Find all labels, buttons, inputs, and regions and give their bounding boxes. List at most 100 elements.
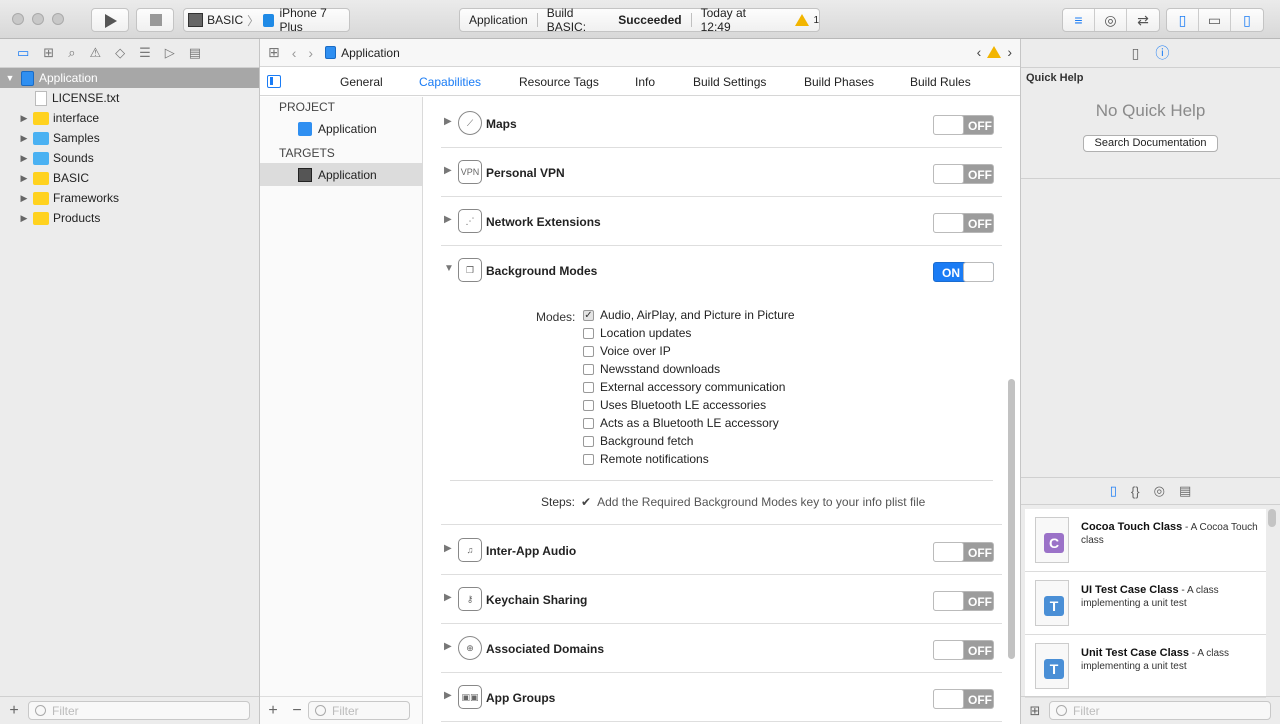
list-item[interactable]: C Cocoa Touch Class - A Cocoa Touch clas… [1025,509,1266,572]
maps-toggle[interactable]: OFF [933,115,994,135]
tab-build-settings[interactable]: Build Settings [693,75,766,89]
debug-navigator-icon[interactable]: ☰ [139,45,151,61]
search-icon[interactable]: ⌕ [68,45,75,61]
debug-area-toggle-icon[interactable]: ▭ [1199,9,1231,31]
standard-editor-icon[interactable]: ≡ [1063,9,1095,31]
keychain-sharing-toggle[interactable]: OFF [933,591,994,611]
network-extensions-toggle[interactable]: OFF [933,213,994,233]
disclosure-open-icon[interactable]: ▼ [444,263,454,274]
checkbox-icon[interactable] [583,399,594,411]
checkbox-icon[interactable] [583,417,594,429]
version-editor-icon[interactable]: ⇄ [1127,9,1159,31]
disclosure-closed-icon[interactable]: ▶ [444,543,452,554]
checkbox-icon[interactable] [583,435,594,447]
tab-resource-tags[interactable]: Resource Tags [519,75,599,89]
tab-build-phases[interactable]: Build Phases [804,75,874,89]
issue-navigator-icon[interactable]: ⚠ [89,45,101,61]
tree-item-frameworks[interactable]: ▶ Frameworks [0,188,259,208]
warning-icon[interactable] [987,46,1002,58]
checkbox-checked-icon[interactable]: ✓ [583,309,594,321]
editor-scrollbar[interactable] [1008,379,1015,659]
mode-bluetooth-central[interactable]: Uses Bluetooth LE accessories [583,396,766,414]
inter-app-audio-toggle[interactable]: OFF [933,542,994,562]
tab-build-rules[interactable]: Build Rules [910,75,971,89]
disclosure-closed-icon[interactable]: ▶ [444,690,452,701]
navigator-filter-input[interactable]: Filter [28,701,250,720]
tree-item-samples[interactable]: ▶ Samples [0,128,259,148]
disclosure-closed-icon[interactable]: ▶ [444,641,452,652]
media-library-icon[interactable]: ▤ [1179,483,1191,499]
tree-item-application[interactable]: ▼ Application [0,68,259,88]
grid-view-icon[interactable]: ⊞ [1021,703,1049,719]
quick-help-icon[interactable]: ⓘ [1155,43,1169,63]
tab-info[interactable]: Info [635,75,655,89]
mode-newsstand[interactable]: Newsstand downloads [583,360,720,378]
disclosure-closed-icon[interactable]: ▶ [19,113,29,124]
back-arrow-icon[interactable]: ‹ [292,45,297,61]
related-items-icon[interactable]: ⊞ [268,44,280,61]
folder-icon[interactable]: ▭ [17,45,29,61]
breakpoint-navigator-icon[interactable]: ▷ [165,45,175,61]
file-template-library-icon[interactable]: ▯ [1110,483,1117,499]
code-snippet-library-icon[interactable]: {} [1131,484,1140,499]
tree-item-products[interactable]: ▶ Products [0,208,259,228]
mode-voip[interactable]: Voice over IP [583,342,671,360]
disclosure-open-icon[interactable]: ▼ [5,73,15,83]
object-library-icon[interactable]: ◎ [1154,483,1165,499]
disclosure-closed-icon[interactable]: ▶ [444,116,452,127]
library-scrollbar[interactable] [1268,509,1276,527]
mode-external-accessory[interactable]: External accessory communication [583,378,785,396]
next-issue-icon[interactable]: › [1007,44,1012,60]
personal-vpn-toggle[interactable]: OFF [933,164,994,184]
mode-remote-notifications[interactable]: Remote notifications [583,450,709,468]
background-modes-toggle[interactable]: ON [933,262,994,282]
disclosure-closed-icon[interactable]: ▶ [444,214,452,225]
close-window-button[interactable] [12,13,24,25]
mode-background-fetch[interactable]: Background fetch [583,432,693,450]
add-target-button[interactable]: + [260,702,286,720]
associated-domains-toggle[interactable]: OFF [933,640,994,660]
utilities-toggle-icon[interactable]: ▯ [1231,9,1263,31]
targets-filter-input[interactable]: Filter [308,701,410,720]
targets-sidebar-toggle-icon[interactable] [267,75,281,88]
checkbox-icon[interactable] [583,327,594,339]
disclosure-closed-icon[interactable]: ▶ [19,153,29,164]
checkbox-icon[interactable] [583,381,594,393]
tree-item-sounds[interactable]: ▶ Sounds [0,148,259,168]
warning-icon[interactable] [795,14,810,26]
test-navigator-icon[interactable]: ◇ [115,45,125,61]
library-filter-input[interactable]: Filter [1049,701,1271,720]
disclosure-closed-icon[interactable]: ▶ [19,213,29,224]
report-navigator-icon[interactable]: ▤ [189,45,201,61]
tree-item-interface[interactable]: ▶ interface [0,108,259,128]
breadcrumb[interactable]: Application [341,46,400,60]
checkbox-icon[interactable] [583,453,594,465]
checkbox-icon[interactable] [583,345,594,357]
file-inspector-icon[interactable]: ▯ [1132,45,1140,62]
disclosure-closed-icon[interactable]: ▶ [19,173,29,184]
warning-count[interactable]: 1 [813,15,819,26]
app-groups-toggle[interactable]: OFF [933,689,994,709]
navigator-toggle-icon[interactable]: ▯ [1167,9,1199,31]
tree-item-license[interactable]: LICENSE.txt [0,88,259,108]
mode-location[interactable]: Location updates [583,324,691,342]
list-item[interactable]: T UI Test Case Class - A class implement… [1025,572,1266,635]
checkbox-icon[interactable] [583,363,594,375]
search-documentation-button[interactable]: Search Documentation [1083,135,1218,152]
zoom-window-button[interactable] [52,13,64,25]
forward-arrow-icon[interactable]: › [308,45,313,61]
disclosure-closed-icon[interactable]: ▶ [444,592,452,603]
disclosure-closed-icon[interactable]: ▶ [19,133,29,144]
stop-button[interactable] [136,8,174,32]
assistant-editor-icon[interactable]: ◎ [1095,9,1127,31]
disclosure-closed-icon[interactable]: ▶ [19,193,29,204]
project-item-application[interactable]: Application [260,117,422,140]
add-file-button[interactable]: + [0,702,28,720]
tab-capabilities[interactable]: Capabilities [419,75,481,89]
list-item[interactable]: T Unit Test Case Class - A class impleme… [1025,635,1266,698]
tree-item-basic[interactable]: ▶ BASIC [0,168,259,188]
mode-bluetooth-peripheral[interactable]: Acts as a Bluetooth LE accessory [583,414,779,432]
run-button[interactable] [91,8,129,32]
remove-target-button[interactable]: − [286,702,308,720]
mode-audio[interactable]: ✓ Audio, AirPlay, and Picture in Picture [583,306,795,324]
